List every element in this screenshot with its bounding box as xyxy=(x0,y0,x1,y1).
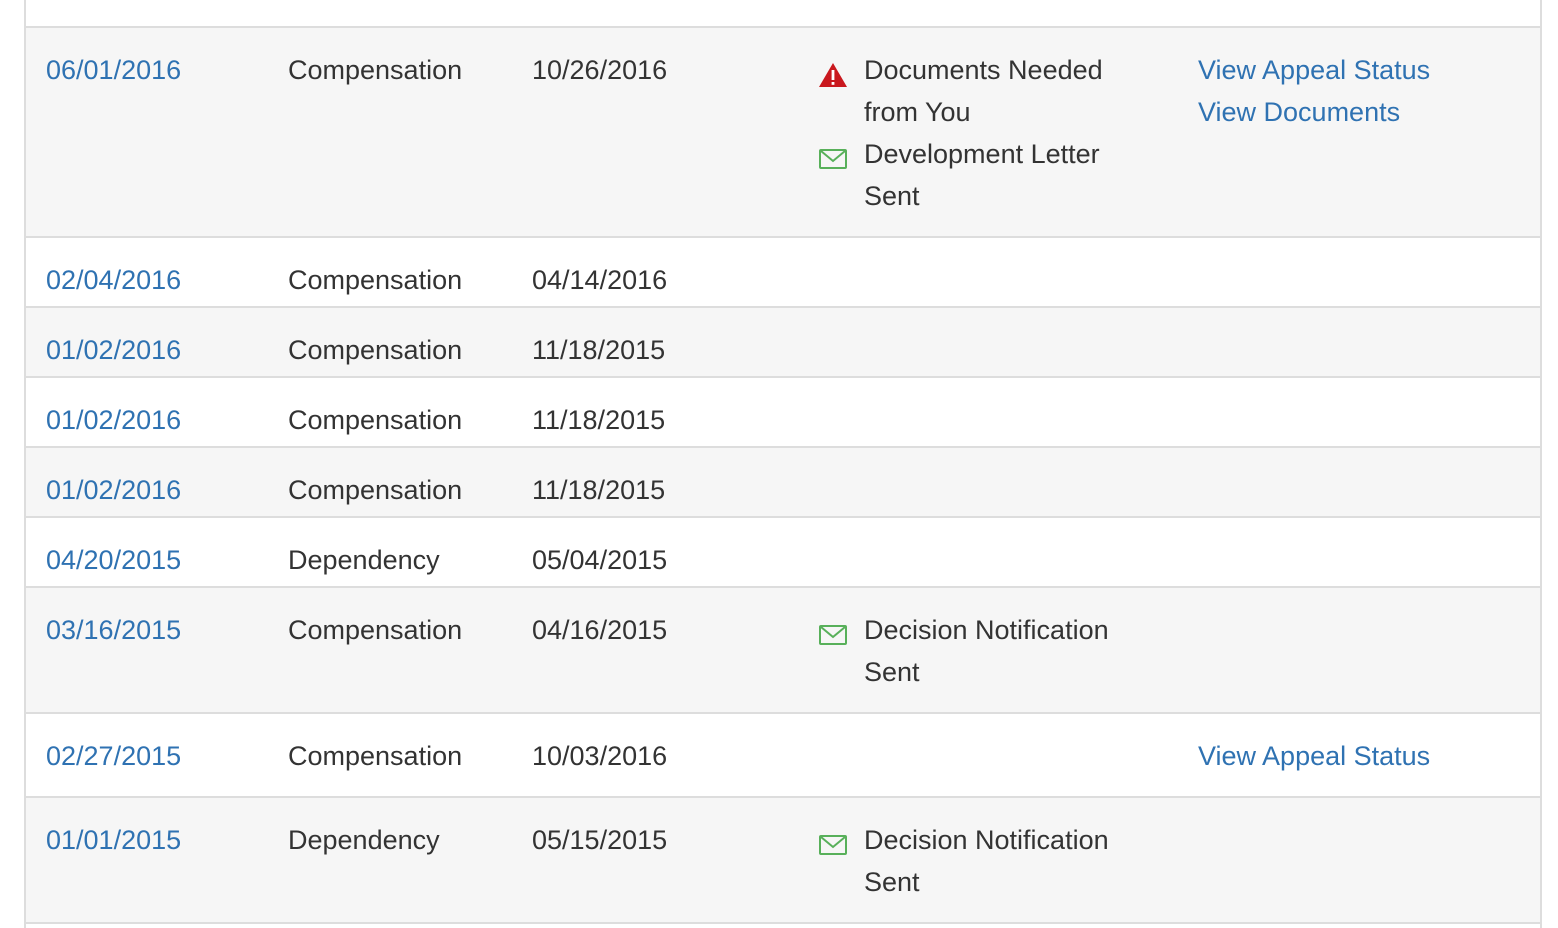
status-item: Documents Needed from You xyxy=(818,49,1148,133)
claim-updated-date: 11/18/2015 xyxy=(532,335,666,365)
claim-date-cell: 03/16/2015 xyxy=(46,609,181,651)
table-row: 02/27/2015 Compensation 10/03/2016 View App… xyxy=(26,714,1540,798)
mail-icon xyxy=(818,142,848,169)
claim-updated-date: 11/18/2015 xyxy=(532,475,666,505)
claim-updated-date: 04/14/2016 xyxy=(532,265,668,295)
claim-date-link[interactable]: 01/02/2016 xyxy=(46,329,181,371)
status-text-line: from You xyxy=(864,97,971,127)
table-top-row xyxy=(26,0,1540,28)
claim-date-link[interactable]: 01/01/2015 xyxy=(46,819,181,861)
status-item: Decision Notification Sent xyxy=(818,819,1148,903)
claim-date-link[interactable]: 01/02/2016 xyxy=(46,399,181,441)
table-row: 06/01/2016 Compensation 10/26/2016 Document… xyxy=(26,28,1540,238)
claim-date-cell: 02/27/2015 xyxy=(46,735,181,777)
status-text-line: Documents Needed xyxy=(864,55,1103,85)
status-item: Development Letter Sent xyxy=(818,133,1148,217)
mail-icon xyxy=(818,828,848,855)
claim-status-cell: Decision Notification Sent xyxy=(818,609,1148,693)
claim-date-link[interactable]: 01/02/2016 xyxy=(46,469,181,511)
claim-updated-date: 05/15/2015 xyxy=(532,825,668,855)
claim-date-cell: 01/01/2015 xyxy=(46,819,181,861)
claim-date-link[interactable]: 02/04/2016 xyxy=(46,259,181,301)
claim-updated-date: 05/04/2015 xyxy=(532,545,668,575)
claim-updated-date: 04/16/2015 xyxy=(532,615,668,645)
table-row: 01/02/2016 Compensation 11/18/2015 xyxy=(26,378,1540,448)
status-text-line: Decision Notification xyxy=(864,615,1109,645)
claim-date-cell: 01/02/2016 xyxy=(46,469,181,511)
claim-date-link[interactable]: 06/01/2016 xyxy=(46,49,181,91)
view-appeal-status-link[interactable]: View Appeal Status xyxy=(1198,49,1430,91)
claim-updated-date: 10/26/2016 xyxy=(532,55,668,85)
claim-date-cell: 02/04/2016 xyxy=(46,259,181,301)
claim-type: Compensation xyxy=(288,615,463,645)
status-text-line: Development Letter xyxy=(864,139,1100,169)
claim-date-cell: 06/01/2016 xyxy=(46,49,181,91)
claim-type: Compensation xyxy=(288,265,463,295)
claims-table: 06/01/2016 Compensation 10/26/2016 Document… xyxy=(24,0,1542,928)
view-documents-link[interactable]: View Documents xyxy=(1198,91,1430,133)
warning-icon xyxy=(818,58,848,87)
status-text-line: Sent xyxy=(864,867,920,897)
mail-icon xyxy=(818,618,848,645)
status-text-line: Decision Notification xyxy=(864,825,1109,855)
claim-type: Compensation xyxy=(288,55,463,85)
claims-rows: 06/01/2016 Compensation 10/26/2016 Document… xyxy=(26,28,1540,924)
claim-type: Dependency xyxy=(288,825,440,855)
view-appeal-status-link[interactable]: View Appeal Status xyxy=(1198,735,1430,777)
claim-date-cell: 01/02/2016 xyxy=(46,399,181,441)
claim-status-cell: Decision Notification Sent xyxy=(818,819,1148,903)
status-text-line: Sent xyxy=(864,181,920,211)
claim-type: Compensation xyxy=(288,335,463,365)
table-row: 01/02/2016 Compensation 11/18/2015 xyxy=(26,448,1540,518)
table-row: 04/20/2015 Dependency 05/04/2015 xyxy=(26,518,1540,588)
table-row: 03/16/2015 Compensation 04/16/2015 Decision… xyxy=(26,588,1540,714)
table-row: 01/01/2015 Dependency 05/15/2015 Decision N… xyxy=(26,798,1540,924)
status-item: Decision Notification Sent xyxy=(818,609,1148,693)
table-row: 01/02/2016 Compensation 11/18/2015 xyxy=(26,308,1540,378)
claim-date-link[interactable]: 04/20/2015 xyxy=(46,539,181,581)
claim-date-link[interactable]: 03/16/2015 xyxy=(46,609,181,651)
claim-actions-cell: View Appeal Status xyxy=(1198,735,1430,777)
status-text-line: Sent xyxy=(864,657,920,687)
claim-type: Compensation xyxy=(288,405,463,435)
claim-updated-date: 11/18/2015 xyxy=(532,405,666,435)
claim-status-cell: Documents Needed from You Development Lett… xyxy=(818,49,1148,217)
claim-actions-cell: View Appeal Status View Documents xyxy=(1198,49,1430,133)
claim-date-link[interactable]: 02/27/2015 xyxy=(46,735,181,777)
claim-date-cell: 04/20/2015 xyxy=(46,539,181,581)
claim-type: Compensation xyxy=(288,741,463,771)
claim-date-cell: 01/02/2016 xyxy=(46,329,181,371)
table-row: 02/04/2016 Compensation 04/14/2016 xyxy=(26,238,1540,308)
claim-type: Compensation xyxy=(288,475,463,505)
claim-type: Dependency xyxy=(288,545,440,575)
claim-updated-date: 10/03/2016 xyxy=(532,741,668,771)
